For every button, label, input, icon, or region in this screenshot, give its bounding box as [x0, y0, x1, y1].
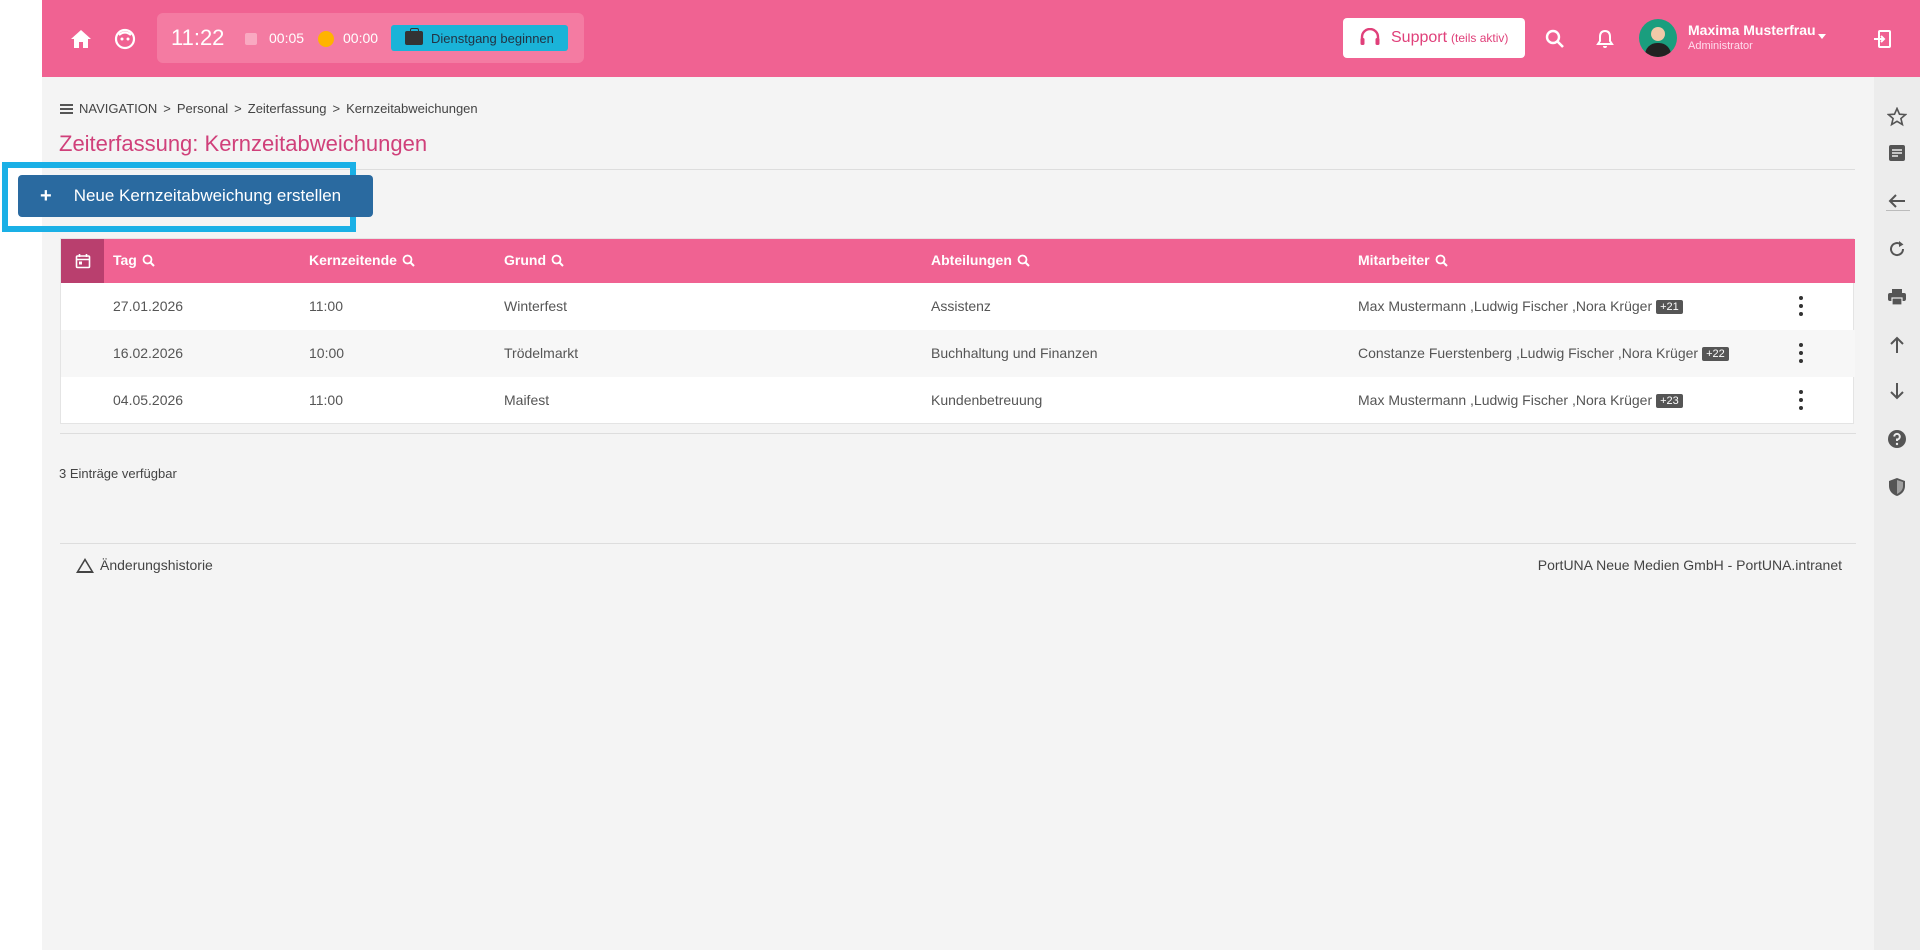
- data-table: Tag Kernzeitende Grund Abteilungen Mitar…: [60, 238, 1855, 424]
- search-icon[interactable]: [142, 254, 155, 267]
- mitarbeiter-names: Max Mustermann ,Ludwig Fischer ,Nora Krü…: [1358, 392, 1653, 408]
- cell-mitarbeiter: Constanze Fuerstenberg ,Ludwig Fischer ,…: [1358, 345, 1729, 361]
- mitarbeiter-names: Max Mustermann ,Ludwig Fischer ,Nora Krü…: [1358, 298, 1653, 314]
- breadcrumb-personal[interactable]: Personal: [177, 101, 228, 116]
- top-bar: 11:22 00:05 00:00 Dienstgang beginnen Su…: [42, 0, 1920, 77]
- coin-icon: [318, 31, 334, 47]
- table-row[interactable]: 27.01.2026 11:00 Winterfest Assistenz Ma…: [61, 283, 1855, 330]
- support-button[interactable]: Support (teils aktiv): [1343, 18, 1525, 58]
- cell-mitarbeiter: Max Mustermann ,Ludwig Fischer ,Nora Krü…: [1358, 298, 1683, 314]
- column-label: Abteilungen: [931, 252, 1012, 268]
- bell-icon[interactable]: [1592, 26, 1618, 52]
- support-label: Support: [1391, 29, 1448, 46]
- clock: 11:22: [171, 25, 225, 50]
- table-row[interactable]: 16.02.2026 10:00 Trödelmarkt Buchhaltung…: [61, 330, 1855, 377]
- chevron-down-icon[interactable]: [1818, 34, 1826, 39]
- cell-tag: 27.01.2026: [113, 298, 184, 314]
- pause-time: 00:05: [269, 30, 305, 46]
- column-label: Tag: [113, 252, 137, 268]
- breadcrumb-separator: >: [332, 101, 341, 116]
- table-header: Tag Kernzeitende Grund Abteilungen Mitar…: [61, 239, 1855, 283]
- note-icon[interactable]: [1887, 143, 1907, 163]
- headset-icon: [1360, 28, 1380, 45]
- table-row[interactable]: 04.05.2026 11:00 Maifest Kundenbetreuung…: [61, 377, 1855, 424]
- more-badge[interactable]: +23: [1656, 394, 1683, 408]
- cell-grund: Winterfest: [504, 298, 568, 314]
- entries-count: 3 Einträge verfügbar: [59, 466, 177, 481]
- history-label: Änderungshistorie: [100, 557, 213, 573]
- cell-mitarbeiter: Max Mustermann ,Ludwig Fischer ,Nora Krü…: [1358, 392, 1683, 408]
- new-button-label: Neue Kernzeitabweichung erstellen: [73, 186, 342, 205]
- breadcrumb-separator: >: [234, 101, 242, 116]
- column-header-kernzeitende[interactable]: Kernzeitende: [309, 252, 415, 268]
- search-icon[interactable]: [1017, 254, 1030, 267]
- avatar[interactable]: [1639, 19, 1677, 57]
- cell-grund: Maifest: [504, 392, 550, 408]
- pause-icon: [245, 33, 257, 45]
- mitarbeiter-names: Constanze Fuerstenberg ,Ludwig Fischer ,…: [1358, 345, 1699, 361]
- page-title: Zeiterfassung: Kernzeitabweichungen: [59, 131, 428, 156]
- cell-grund: Trödelmarkt: [504, 345, 579, 361]
- logout-icon[interactable]: [1870, 26, 1896, 52]
- column-label: Kernzeitende: [309, 252, 397, 268]
- breadcrumb-separator: >: [163, 101, 171, 116]
- briefcase-icon: [405, 28, 423, 45]
- more-badge[interactable]: +21: [1656, 300, 1683, 314]
- back-arrow-icon[interactable]: [1887, 191, 1907, 211]
- help-icon[interactable]: [1887, 429, 1907, 449]
- cell-tag: 04.05.2026: [113, 392, 184, 408]
- delta-icon: [76, 557, 94, 573]
- app: 11:22 00:05 00:00 Dienstgang beginnen Su…: [2, 0, 1920, 950]
- column-header-grund[interactable]: Grund: [504, 252, 564, 268]
- support-status: (teils aktiv): [1451, 31, 1509, 45]
- search-icon[interactable]: [551, 254, 564, 267]
- cell-abteilung: Buchhaltung und Finanzen: [931, 345, 1098, 361]
- dienstgang-label: Dienstgang beginnen: [431, 30, 554, 46]
- breadcrumb-navigation[interactable]: NAVIGATION: [79, 101, 157, 116]
- arrow-up-icon[interactable]: [1887, 335, 1907, 355]
- row-menu-icon[interactable]: [1798, 390, 1804, 410]
- column-header-tag[interactable]: Tag: [113, 252, 155, 268]
- breadcrumb-zeiterfassung[interactable]: Zeiterfassung: [248, 101, 327, 116]
- breadcrumb-current: Kernzeitabweichungen: [346, 101, 478, 116]
- right-sidebar: [1874, 77, 1920, 950]
- column-header-mitarbeiter[interactable]: Mitarbeiter: [1358, 252, 1448, 268]
- history-link[interactable]: Änderungshistorie: [76, 557, 213, 573]
- row-menu-icon[interactable]: [1798, 343, 1804, 363]
- face-icon[interactable]: [112, 26, 138, 52]
- cell-tag: 16.02.2026: [113, 345, 184, 361]
- bonus-time: 00:00: [343, 30, 379, 46]
- time-tracking-panel: 11:22 00:05 00:00 Dienstgang beginnen: [157, 13, 584, 63]
- calendar-icon[interactable]: [61, 239, 104, 283]
- star-icon[interactable]: [1887, 107, 1907, 127]
- menu-icon[interactable]: [60, 103, 73, 114]
- arrow-down-icon[interactable]: [1887, 381, 1907, 401]
- refresh-icon[interactable]: [1887, 239, 1907, 259]
- divider: [60, 433, 1856, 434]
- column-header-abteilungen[interactable]: Abteilungen: [931, 252, 1030, 268]
- search-icon[interactable]: [1542, 26, 1568, 52]
- user-role: Administrator: [1688, 40, 1753, 52]
- column-label: Grund: [504, 252, 546, 268]
- divider: [60, 543, 1856, 544]
- cell-kernzeitende: 10:00: [309, 345, 345, 361]
- cell-kernzeitende: 11:00: [309, 392, 343, 408]
- shield-icon[interactable]: [1887, 477, 1907, 497]
- search-icon[interactable]: [1435, 254, 1448, 267]
- plus-icon: +: [40, 184, 52, 207]
- search-icon[interactable]: [402, 254, 415, 267]
- cell-kernzeitende: 11:00: [309, 298, 343, 314]
- cell-abteilung: Kundenbetreuung: [931, 392, 1043, 408]
- row-menu-icon[interactable]: [1798, 296, 1804, 316]
- cell-abteilung: Assistenz: [931, 298, 991, 314]
- column-label: Mitarbeiter: [1358, 252, 1430, 268]
- home-icon[interactable]: [68, 26, 94, 52]
- more-badge[interactable]: +22: [1702, 347, 1729, 361]
- dienstgang-button[interactable]: Dienstgang beginnen: [391, 25, 568, 51]
- new-kernzeitabweichung-button[interactable]: + Neue Kernzeitabweichung erstellen: [18, 175, 373, 217]
- company-footer: PortUNA Neue Medien GmbH - PortUNA.intra…: [1537, 557, 1842, 573]
- print-icon[interactable]: [1887, 287, 1907, 307]
- user-name[interactable]: Maxima Musterfrau: [1688, 22, 1816, 38]
- breadcrumb: NAVIGATION > Personal > Zeiterfassung > …: [60, 101, 478, 116]
